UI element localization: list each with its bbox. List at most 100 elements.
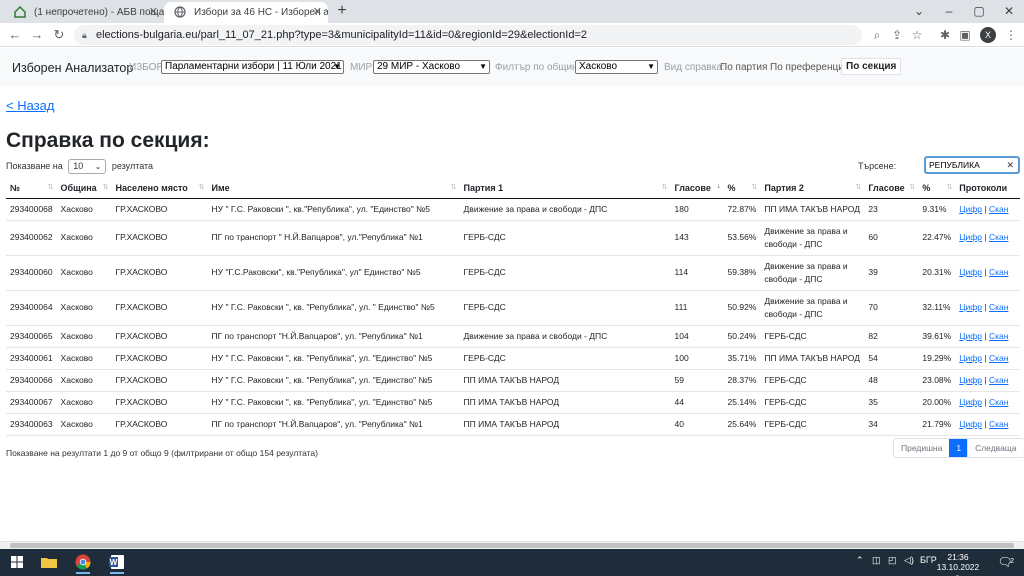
search-input[interactable]: РЕПУБЛИКА ✕ [924, 156, 1020, 174]
cell-party1: ГЕРБ-СДС [459, 290, 671, 326]
minimize-icon[interactable]: – [934, 0, 964, 23]
protocol-digits-link[interactable]: Цифр [959, 397, 982, 407]
column-header-place[interactable]: Населено място ⇅ [111, 178, 208, 199]
column-header-pct2[interactable]: % ⇅ [918, 178, 956, 199]
volume-icon[interactable]: ◁) [904, 555, 914, 566]
zoom-icon[interactable]: ⌕ [868, 26, 886, 44]
browser-tab-mail[interactable]: (1 непрочетено) - АБВ поща ✕ [4, 2, 164, 23]
page-1-button[interactable]: 1 [949, 439, 968, 457]
back-arrow-icon[interactable]: ← [6, 26, 24, 44]
cell-place: ГР.ХАСКОВО [111, 413, 208, 436]
protocol-digits-link[interactable]: Цифр [959, 353, 982, 363]
link-separator: | [984, 418, 987, 429]
close-icon[interactable]: ✕ [313, 2, 322, 23]
protocol-digits-link[interactable]: Цифр [959, 232, 982, 242]
cell-pct1: 25.64% [723, 413, 761, 436]
cell-municipality: Хасково [56, 198, 112, 221]
close-icon[interactable]: ✕ [149, 2, 158, 23]
cell-votes1: 100 [670, 347, 724, 370]
link-separator: | [984, 396, 987, 407]
column-header-number[interactable]: № ⇅ [6, 178, 57, 199]
cell-section-number: 293400068 [6, 198, 57, 221]
protocol-scan-link[interactable]: Скан [989, 267, 1008, 277]
share-icon[interactable]: ⇪ [888, 26, 906, 44]
page-length-control: Показване на 10 ⌄ резултата [6, 159, 153, 174]
column-header-party1[interactable]: Партия 1 ⇅ [459, 178, 671, 199]
sort-icon: ⇅ [47, 184, 54, 191]
cell-protocols: Цифр | Скан [955, 347, 1020, 370]
protocol-digits-link[interactable]: Цифр [959, 204, 982, 214]
protocol-scan-link[interactable]: Скан [989, 204, 1008, 214]
protocol-digits-link[interactable]: Цифр [959, 331, 982, 341]
url-input[interactable]: 🔒︎ elections-bulgaria.eu/parl_11_07_21.p… [74, 25, 862, 45]
column-header-party2[interactable]: Партия 2 ⇅ [760, 178, 865, 199]
cell-section-name: НУ "Г.С.Раковски", кв."Република", ул" Е… [207, 255, 460, 291]
cell-pct1: 59.38% [723, 255, 761, 291]
windows-start-icon[interactable] [6, 552, 28, 572]
link-separator: | [984, 267, 987, 277]
chrome-icon[interactable] [72, 552, 94, 574]
side-panel-icon[interactable]: ▣ [956, 26, 974, 44]
word-icon[interactable]: W [106, 552, 128, 574]
protocol-scan-link[interactable]: Скан [989, 331, 1008, 341]
election-select[interactable]: Парламентарни избори | 11 Юли 2021 ▼ [161, 60, 344, 74]
taskbar-clock[interactable]: 21:36 13.10.2022 г. [936, 552, 980, 576]
forward-arrow-icon[interactable]: → [28, 26, 46, 44]
report-by-party-link[interactable]: По партия [720, 62, 767, 73]
column-header-votes2[interactable]: Гласове ⇅ [864, 178, 919, 199]
column-header-pct1[interactable]: % ⇅ [723, 178, 761, 199]
protocol-scan-link[interactable]: Скан [989, 419, 1008, 429]
notification-icon[interactable]: 🗨︎ 2 [996, 553, 1014, 571]
scrollbar-thumb[interactable] [10, 543, 1014, 548]
browser-tab-elections[interactable]: Избори за 46 НС - Изборен ана ✕ [164, 2, 328, 23]
protocol-scan-link[interactable]: Скан [989, 302, 1008, 312]
protocol-scan-link[interactable]: Скан [989, 353, 1008, 363]
reload-icon[interactable]: ↻ [50, 26, 68, 44]
profile-avatar[interactable]: X [980, 27, 996, 43]
table-row: 293400063 Хасково ГР.ХАСКОВО ПГ по транспор… [6, 413, 1020, 436]
file-explorer-icon[interactable] [38, 552, 60, 572]
network-icon[interactable]: ◰ [888, 555, 897, 566]
cell-party2: ПП ИМА ТАКЪВ НАРОД [760, 347, 865, 370]
protocol-scan-link[interactable]: Скан [989, 232, 1008, 242]
municipality-select[interactable]: Хасково ▼ [575, 60, 658, 74]
cell-party1: ГЕРБ-СДС [459, 255, 671, 291]
column-header-votes1[interactable]: Гласове ↓ [670, 178, 724, 199]
next-page-button[interactable]: Следваща [967, 439, 1023, 457]
protocol-scan-link[interactable]: Скан [989, 375, 1008, 385]
cell-votes2: 82 [864, 325, 919, 348]
cell-votes2: 54 [864, 347, 919, 370]
brand[interactable]: Изборен Анализатор [12, 61, 133, 75]
extensions-icon[interactable]: ✱ [936, 26, 954, 44]
horizontal-scrollbar[interactable] [0, 541, 1024, 549]
protocol-scan-link[interactable]: Скан [989, 397, 1008, 407]
cell-pct2: 20.00% [918, 391, 956, 414]
language-indicator[interactable]: БГР [920, 555, 937, 565]
cell-section-name: НУ " Г.С. Раковски ", кв."Република", ул… [207, 198, 460, 221]
mir-select[interactable]: 29 МИР - Хасково ▼ [373, 60, 490, 74]
report-by-section-link[interactable]: По секция [841, 58, 902, 75]
back-link[interactable]: < Назад [6, 98, 54, 113]
tray-chevron-up-icon[interactable]: ⌃ [856, 555, 864, 566]
page-length-select[interactable]: 10 ⌄ [68, 159, 107, 174]
prev-page-button[interactable]: Предишна [894, 439, 949, 457]
clear-search-icon[interactable]: ✕ [1006, 158, 1014, 172]
report-by-preference-link[interactable]: По преференция [770, 62, 849, 73]
app-navbar: Изборен Анализатор ИЗБОР: Парламентарни … [0, 48, 1024, 86]
column-header-municipality[interactable]: Община ⇅ [56, 178, 112, 199]
new-tab-icon[interactable]: + [333, 2, 351, 20]
protocol-digits-link[interactable]: Цифр [959, 419, 982, 429]
tray-app-icon[interactable]: ◫ [872, 555, 881, 566]
municipality-select-value: Хасково [579, 61, 618, 72]
protocol-digits-link[interactable]: Цифр [959, 375, 982, 385]
close-window-icon[interactable]: ✕ [994, 0, 1024, 23]
protocol-digits-link[interactable]: Цифр [959, 302, 982, 312]
protocol-digits-link[interactable]: Цифр [959, 267, 982, 277]
table-row: 293400066 Хасково ГР.ХАСКОВО НУ " Г.С. Рако… [6, 369, 1020, 392]
bookmark-star-icon[interactable]: ☆ [908, 26, 926, 44]
page-title: Справка по секция: [6, 129, 210, 152]
maximize-icon[interactable]: ▢ [964, 0, 994, 23]
column-header-name[interactable]: Име ⇅ [207, 178, 460, 199]
menu-dots-icon[interactable]: ⋮ [1002, 26, 1020, 44]
tab-search-icon[interactable]: ⌄ [904, 0, 934, 23]
